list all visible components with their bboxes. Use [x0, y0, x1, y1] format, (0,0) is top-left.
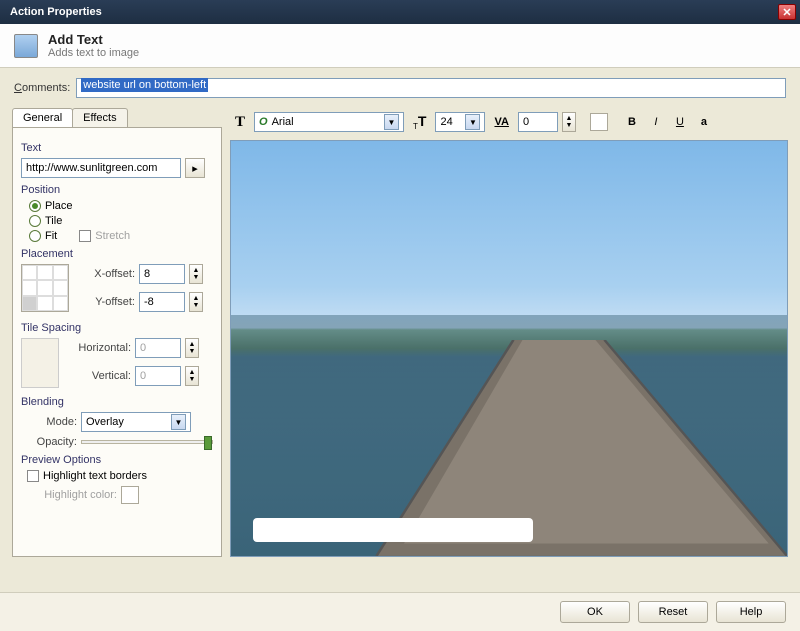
tab-effects[interactable]: Effects: [72, 108, 127, 127]
size-select[interactable]: 24▼: [435, 112, 485, 132]
section-text: Text: [21, 142, 213, 154]
underline-button[interactable]: U: [670, 111, 690, 133]
chevron-right-icon: ▸: [192, 162, 198, 175]
bold-button[interactable]: B: [622, 111, 642, 133]
text-color-swatch[interactable]: [590, 113, 608, 131]
tracking-input[interactable]: [518, 112, 558, 132]
h-spacing-label: Horizontal:: [69, 342, 131, 354]
font-type-icon: O: [259, 116, 268, 128]
header-subtitle: Adds text to image: [48, 47, 139, 59]
v-spacing-spinner: [185, 366, 199, 386]
underline-icon: U: [676, 116, 684, 128]
mode-select[interactable]: Overlay▼: [81, 412, 191, 432]
titlebar: Action Properties ✕: [0, 0, 800, 24]
tracking-spinner[interactable]: [562, 112, 576, 132]
tracking-button[interactable]: VA: [489, 111, 513, 133]
opacity-label: Opacity:: [21, 436, 77, 448]
header-title: Add Text: [48, 32, 139, 47]
y-offset-spinner[interactable]: [189, 292, 203, 312]
v-spacing-input: [135, 366, 181, 386]
radio-icon: [29, 230, 41, 242]
section-placement: Placement: [21, 248, 213, 260]
section-blending: Blending: [21, 396, 213, 408]
window-title: Action Properties: [4, 6, 102, 18]
section-position: Position: [21, 184, 213, 196]
bold-icon: B: [628, 116, 636, 128]
section-tilespacing: Tile Spacing: [21, 322, 213, 334]
text-icon: T: [235, 114, 245, 131]
mode-label: Mode:: [21, 416, 77, 428]
highlight-color-swatch[interactable]: [121, 486, 139, 504]
tab-general[interactable]: General: [12, 108, 73, 127]
highlight-borders-checkbox[interactable]: [27, 470, 39, 482]
comments-row: CComments:omments: website url on bottom…: [0, 68, 800, 102]
placement-cell-bottom-left[interactable]: [22, 296, 37, 311]
antialias-button[interactable]: a: [694, 111, 714, 133]
text-input[interactable]: [21, 158, 181, 178]
italic-icon: I: [654, 116, 657, 128]
opacity-slider[interactable]: [81, 440, 213, 444]
x-offset-label: X-offset:: [79, 268, 135, 280]
italic-button[interactable]: I: [646, 111, 666, 133]
action-icon: [14, 34, 38, 58]
text-tool-button[interactable]: T: [230, 111, 250, 133]
left-panel: General Effects Text ▸ Position Place Ti…: [12, 108, 222, 557]
radio-fit[interactable]: Fit Stretch: [21, 230, 213, 242]
highlight-borders-label: Highlight text borders: [43, 470, 147, 482]
slider-thumb[interactable]: [204, 436, 212, 450]
h-spacing-spinner: [185, 338, 199, 358]
x-offset-spinner[interactable]: [189, 264, 203, 284]
preview-canvas: [230, 140, 788, 557]
placement-grid[interactable]: [21, 264, 69, 312]
font-toolbar: T OArial▼ TT 24▼ VA B I U a: [230, 108, 788, 140]
v-spacing-label: Vertical:: [69, 370, 131, 382]
font-size-button[interactable]: TT: [408, 111, 431, 133]
tab-body: Text ▸ Position Place Tile Fit Stretch P…: [12, 127, 222, 557]
font-size-icon: TT: [413, 113, 426, 131]
help-button[interactable]: Help: [716, 601, 786, 623]
reset-button[interactable]: Reset: [638, 601, 708, 623]
radio-icon: [29, 215, 41, 227]
header: Add Text Adds text to image: [0, 24, 800, 68]
comments-input[interactable]: website url on bottom-left: [76, 78, 786, 98]
main-area: General Effects Text ▸ Position Place Ti…: [0, 102, 800, 561]
tracking-icon: VA: [494, 116, 508, 128]
highlight-color-label: Highlight color:: [27, 489, 117, 501]
close-button[interactable]: ✕: [778, 4, 796, 20]
chevron-down-icon: ▼: [465, 114, 480, 130]
chevron-down-icon: ▼: [384, 114, 399, 130]
antialias-icon: a: [701, 116, 707, 128]
close-icon: ✕: [782, 6, 791, 19]
text-expand-button[interactable]: ▸: [185, 158, 205, 178]
radio-tile[interactable]: Tile: [21, 215, 213, 227]
stretch-label: Stretch: [95, 230, 130, 242]
x-offset-input[interactable]: [139, 264, 185, 284]
comments-label: CComments:omments:: [14, 82, 70, 94]
ok-button[interactable]: OK: [560, 601, 630, 623]
h-spacing-input: [135, 338, 181, 358]
y-offset-input[interactable]: [139, 292, 185, 312]
footer: OK Reset Help: [0, 592, 800, 631]
radio-place[interactable]: Place: [21, 200, 213, 212]
tabs: General Effects: [12, 108, 222, 127]
font-select[interactable]: OArial▼: [254, 112, 404, 132]
radio-icon: [29, 200, 41, 212]
chevron-down-icon: ▼: [171, 414, 186, 430]
y-offset-label: Y-offset:: [79, 296, 135, 308]
section-preview-options: Preview Options: [21, 454, 213, 466]
tilespacing-preview: [21, 338, 59, 388]
right-panel: T OArial▼ TT 24▼ VA B I U a: [230, 108, 788, 557]
stretch-checkbox[interactable]: [79, 230, 91, 242]
watermark-box: [253, 518, 533, 542]
